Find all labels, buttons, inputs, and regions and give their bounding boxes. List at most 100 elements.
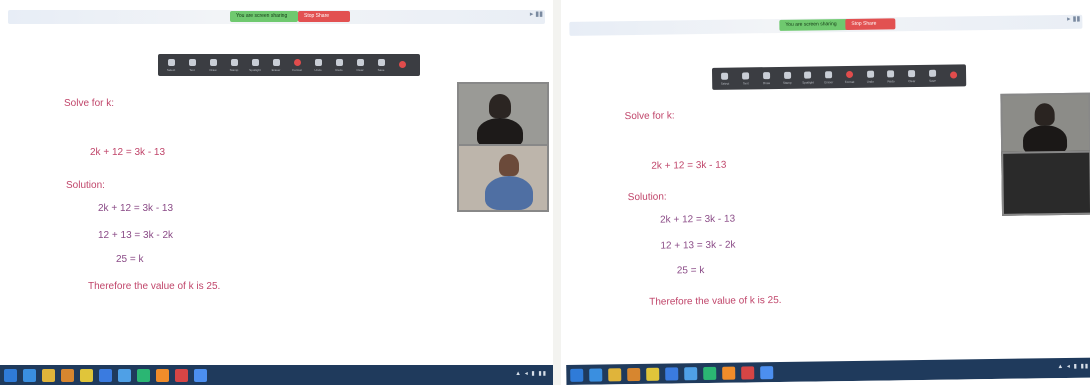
toolbar-button-spotlight[interactable]: Spotlight	[248, 58, 262, 72]
cursor-icon	[167, 58, 175, 66]
pen-icon	[762, 71, 770, 79]
toolbar-button-stamp[interactable]: Stamp	[780, 71, 794, 84]
toolbar-button-spotlight[interactable]: Spotlight	[801, 71, 815, 84]
folder-icon[interactable]	[42, 368, 55, 382]
conclusion-text: Therefore the value of k is 25.	[88, 281, 221, 292]
toolbar-button-undo[interactable]: Undo	[311, 58, 325, 72]
participant-video-tile-off[interactable]	[1001, 150, 1090, 216]
system-tray-icon[interactable]: ▲ ◂ ▮ ▮▮	[515, 370, 547, 377]
window-controls-icon[interactable]: ▸ ▮▮	[1067, 15, 1080, 23]
toolbar-button-label: Eraser	[271, 67, 281, 72]
toolbar-button-clear[interactable]: Clear	[905, 69, 919, 83]
stop-share-button[interactable]: Stop Share	[845, 18, 896, 31]
app-icon[interactable]	[684, 366, 698, 380]
participant-video-tile[interactable]	[457, 144, 549, 212]
toolbar-button-label: Undo	[314, 67, 322, 72]
solution-step: 12 + 13 = 3k - 2k	[660, 239, 736, 252]
stop-share-button[interactable]: Stop Share	[298, 11, 350, 22]
save-icon	[377, 58, 385, 66]
toolbar-button-close[interactable]	[395, 60, 409, 70]
app-icon[interactable]	[137, 368, 150, 382]
system-tray-icon[interactable]: ▲ ◂ ▮ ▮▮	[1057, 363, 1089, 370]
toolbar-button-undo[interactable]: Undo	[863, 70, 877, 83]
solution-step: 25 = k	[676, 265, 705, 277]
toolbar-button-label: Spotlight	[802, 79, 814, 85]
toolbar-button-label: Stamp	[229, 67, 239, 72]
toolbar-button-label: Text	[743, 80, 749, 85]
pen-icon	[209, 58, 217, 66]
windows-taskbar: ▲ ◂ ▮ ▮▮	[0, 365, 553, 385]
vlc-icon[interactable]	[722, 366, 736, 380]
annotation-toolbar: Select Text Draw Stamp Spotlight Eraser Format…	[158, 54, 420, 76]
window-controls-icon[interactable]: ▸ ▮▮	[530, 10, 543, 18]
participant-video-tile[interactable]	[1000, 92, 1090, 156]
format-icon	[845, 70, 853, 78]
toolbar-button-format[interactable]: Format	[290, 58, 304, 72]
toolbar-button-format[interactable]: Format	[843, 70, 857, 84]
toolbar-button-label: Format	[844, 79, 855, 84]
toolbar-button-draw[interactable]: Draw	[206, 58, 220, 72]
toolbar-button-text[interactable]: Text	[185, 58, 199, 72]
close-icon	[398, 60, 406, 68]
folder-icon[interactable]	[608, 367, 622, 381]
toolbar-button-label: Redo	[887, 78, 895, 83]
solution-label: Solution:	[627, 191, 667, 204]
toolbar-button-save[interactable]: Save	[926, 69, 940, 82]
spotlight-icon	[804, 71, 812, 79]
app-icon[interactable]	[99, 368, 112, 382]
undo-icon	[314, 58, 322, 66]
solution-step: 12 + 13 = 3k - 2k	[98, 230, 174, 241]
toolbar-button-text[interactable]: Text	[739, 71, 753, 85]
toolbar-button-label: Redo	[335, 67, 343, 72]
toolbar-button-save[interactable]: Save	[374, 58, 388, 72]
problem-label: Solve for k:	[624, 110, 675, 123]
problem-label: Solve for k:	[64, 98, 115, 109]
toolbar-button-redo[interactable]: Redo	[884, 69, 898, 83]
toolbar-button-eraser[interactable]: Eraser	[822, 70, 836, 84]
app-icon[interactable]	[175, 368, 188, 382]
participant-video-tile[interactable]	[457, 82, 549, 148]
browser-icon[interactable]	[23, 368, 36, 382]
toolbar-button-label: Select	[166, 67, 176, 72]
trash-icon	[908, 69, 916, 77]
undo-icon	[866, 70, 874, 78]
firefox-icon[interactable]	[61, 368, 74, 382]
zoom-icon[interactable]	[760, 365, 774, 379]
screen-sharing-indicator: You are screen sharing	[779, 18, 850, 31]
zoom-icon[interactable]	[194, 368, 207, 382]
toolbar-button-draw[interactable]: Draw	[760, 71, 774, 85]
app-icon[interactable]	[665, 366, 679, 381]
spotlight-icon	[251, 58, 259, 66]
participant-avatar	[1034, 103, 1055, 126]
toolbar-button-label: Undo	[866, 79, 874, 84]
toolbar-button-label: Eraser	[824, 79, 834, 84]
app-icon[interactable]	[703, 366, 717, 380]
chrome-icon[interactable]	[646, 367, 660, 381]
save-icon	[928, 69, 936, 77]
toolbar-button-stamp[interactable]: Stamp	[227, 58, 241, 72]
toolbar-button-redo[interactable]: Redo	[332, 58, 346, 72]
toolbar-button-eraser[interactable]: Eraser	[269, 58, 283, 72]
eraser-icon	[825, 70, 833, 78]
chrome-icon[interactable]	[80, 368, 93, 382]
browser-icon[interactable]	[589, 367, 603, 382]
start-icon[interactable]	[570, 368, 584, 382]
toolbar-button-label: Text	[189, 67, 195, 72]
toolbar-button-close[interactable]	[946, 70, 960, 80]
toolbar-button-label: Save	[377, 67, 385, 72]
vlc-icon[interactable]	[156, 368, 169, 382]
toolbar-button-select[interactable]: Select	[164, 58, 178, 72]
toolbar-button-label: Save	[929, 78, 936, 83]
equation: 2k + 12 = 3k - 13	[90, 147, 166, 158]
meeting-top-bar: You are screen sharing Stop Share ▸ ▮▮	[8, 10, 545, 24]
toolbar-button-clear[interactable]: Clear	[353, 58, 367, 72]
toolbar-button-select[interactable]: Select	[718, 72, 732, 85]
start-icon[interactable]	[4, 368, 17, 382]
solution-step: 2k + 12 = 3k - 13	[660, 213, 736, 226]
participant-avatar	[499, 154, 519, 176]
toolbar-button-label: Draw	[763, 80, 771, 85]
firefox-icon[interactable]	[627, 367, 641, 381]
app-icon[interactable]	[741, 365, 755, 380]
app-icon[interactable]	[118, 368, 131, 382]
image-divider	[553, 0, 561, 385]
